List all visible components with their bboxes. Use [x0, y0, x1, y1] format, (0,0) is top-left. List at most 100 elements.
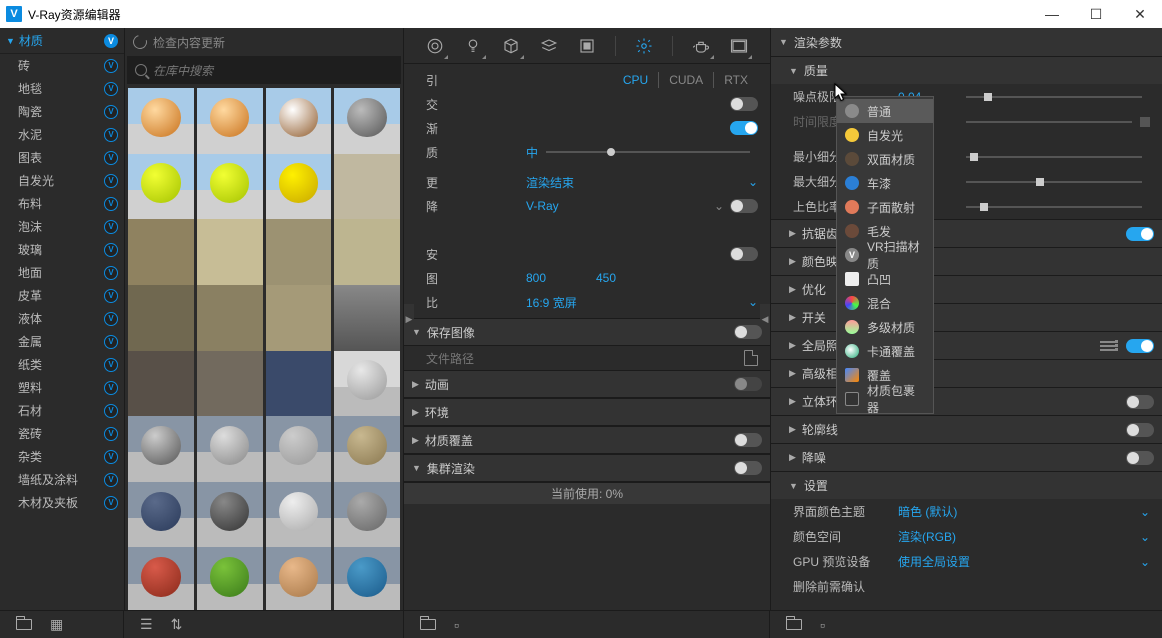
- material-thumbnail[interactable]: [334, 351, 400, 417]
- material-thumbnail[interactable]: [334, 547, 400, 610]
- sidebar-item[interactable]: 泡沫V: [0, 215, 124, 238]
- material-thumbnail[interactable]: [266, 482, 332, 548]
- section-contour[interactable]: ▶轮廓线: [771, 415, 1162, 443]
- material-thumbnail[interactable]: [197, 547, 263, 610]
- material-thumbnail[interactable]: [197, 351, 263, 417]
- quality-slider[interactable]: [546, 151, 750, 153]
- material-thumbnail[interactable]: [266, 547, 332, 610]
- engine-cpu[interactable]: CPU: [613, 72, 658, 88]
- sort-icon[interactable]: ⇅: [171, 616, 183, 633]
- material-thumbnail[interactable]: [334, 285, 400, 351]
- folder-icon[interactable]: [786, 619, 802, 630]
- material-thumbnail[interactable]: [197, 154, 263, 220]
- section-colormap[interactable]: ▶颜色映射: [771, 247, 1162, 275]
- sidebar-item[interactable]: 石材V: [0, 399, 124, 422]
- update-check[interactable]: 检查内容更新: [125, 28, 403, 56]
- sidebar-item[interactable]: 陶瓷V: [0, 100, 124, 123]
- section-denoise[interactable]: ▶降噪: [771, 443, 1162, 471]
- engine-tabs[interactable]: CPU CUDA RTX: [613, 72, 758, 88]
- layers-icon[interactable]: [539, 36, 559, 56]
- menu-item[interactable]: VVR扫描材质: [837, 243, 933, 267]
- save-icon[interactable]: ▫: [820, 617, 825, 633]
- menu-item[interactable]: 车漆: [837, 171, 933, 195]
- material-thumbnail[interactable]: [266, 351, 332, 417]
- texture-icon[interactable]: [577, 36, 597, 56]
- toggle-progressive[interactable]: [730, 121, 758, 135]
- settings-icon[interactable]: [634, 36, 654, 56]
- light-icon[interactable]: [463, 36, 483, 56]
- toggle-interactive[interactable]: [730, 97, 758, 111]
- menu-item[interactable]: 多级材质: [837, 315, 933, 339]
- material-thumbnail[interactable]: [266, 154, 332, 220]
- menu-item[interactable]: 卡通覆盖: [837, 339, 933, 363]
- menu-item[interactable]: 自发光: [837, 123, 933, 147]
- material-thumbnail[interactable]: [266, 219, 332, 285]
- library-search[interactable]: 在库中搜索: [127, 56, 401, 84]
- file-icon[interactable]: [744, 350, 758, 366]
- save-icon[interactable]: ▫: [454, 617, 459, 633]
- material-thumbnail[interactable]: [128, 351, 194, 417]
- sidebar-item[interactable]: 皮革V: [0, 284, 124, 307]
- material-thumbnail[interactable]: [128, 285, 194, 351]
- menu-item[interactable]: 普通: [837, 99, 933, 123]
- material-thumbnail[interactable]: [197, 285, 263, 351]
- material-thumbnail[interactable]: [334, 219, 400, 285]
- geometry-icon[interactable]: [501, 36, 521, 56]
- options-icon[interactable]: [1100, 341, 1118, 351]
- menu-item[interactable]: 子面散射: [837, 195, 933, 219]
- engine-rtx[interactable]: RTX: [713, 72, 758, 88]
- menu-item[interactable]: 双面材质: [837, 147, 933, 171]
- teapot-icon[interactable]: [691, 36, 711, 56]
- sidebar-item[interactable]: 墙纸及涂料V: [0, 468, 124, 491]
- material-thumbnail[interactable]: [266, 88, 332, 154]
- sidebar-item[interactable]: 木材及夹板V: [0, 491, 124, 514]
- menu-item[interactable]: 混合: [837, 291, 933, 315]
- sidebar-item[interactable]: 塑料V: [0, 376, 124, 399]
- sidebar-item[interactable]: 地面V: [0, 261, 124, 284]
- material-icon[interactable]: [425, 36, 445, 56]
- sidebar-item[interactable]: 砖V: [0, 54, 124, 77]
- material-thumbnail[interactable]: [334, 482, 400, 548]
- sidebar-item[interactable]: 纸类V: [0, 353, 124, 376]
- material-thumbnail[interactable]: [266, 285, 332, 351]
- material-thumbnail[interactable]: [128, 88, 194, 154]
- material-thumbnail[interactable]: [197, 416, 263, 482]
- section-animation[interactable]: ▶动画: [404, 370, 770, 398]
- folder-icon[interactable]: [420, 619, 436, 630]
- material-thumbnail[interactable]: [128, 416, 194, 482]
- sidebar-item[interactable]: 水泥V: [0, 123, 124, 146]
- chevron-down-icon[interactable]: ⌄: [748, 175, 758, 189]
- list-icon[interactable]: ☰: [140, 616, 153, 633]
- grid-icon[interactable]: ▦: [50, 616, 63, 633]
- material-thumbnail[interactable]: [128, 482, 194, 548]
- sidebar-item[interactable]: 地毯V: [0, 77, 124, 100]
- folder-icon[interactable]: [16, 619, 32, 630]
- section-environment[interactable]: ▶环境: [404, 398, 770, 426]
- section-settings[interactable]: ▼设置: [771, 471, 1162, 499]
- material-thumbnail[interactable]: [128, 154, 194, 220]
- menu-item[interactable]: 材质包裹器: [837, 387, 933, 411]
- section-swarm[interactable]: ▼集群渲染: [404, 454, 770, 482]
- section-aa[interactable]: ▶抗锯齿过滤: [771, 219, 1162, 247]
- section-save-image[interactable]: ▼保存图像: [404, 318, 770, 346]
- close-button[interactable]: ✕: [1118, 0, 1162, 28]
- material-thumbnail[interactable]: [128, 547, 194, 610]
- toggle-denoiser[interactable]: [730, 199, 758, 213]
- section-mat-override[interactable]: ▶材质覆盖: [404, 426, 770, 454]
- sidebar-item[interactable]: 布料V: [0, 192, 124, 215]
- material-thumbnail[interactable]: [334, 416, 400, 482]
- sidebar-item[interactable]: 自发光V: [0, 169, 124, 192]
- chevron-down-icon[interactable]: ⌄: [748, 295, 758, 309]
- maximize-button[interactable]: ☐: [1074, 0, 1118, 28]
- sidebar-item[interactable]: 图表V: [0, 146, 124, 169]
- sidebar-item[interactable]: 金属V: [0, 330, 124, 353]
- material-thumbnail[interactable]: [197, 482, 263, 548]
- section-camera[interactable]: ▶高级相机参数: [771, 359, 1162, 387]
- engine-cuda[interactable]: CUDA: [658, 72, 713, 88]
- section-gi[interactable]: ▶全局照明: [771, 331, 1162, 359]
- section-switches[interactable]: ▶开关: [771, 303, 1162, 331]
- expand-left[interactable]: ▶: [404, 304, 414, 334]
- sidebar-item[interactable]: 玻璃V: [0, 238, 124, 261]
- sidebar-item[interactable]: 杂类V: [0, 445, 124, 468]
- render-params-header[interactable]: ▼渲染参数: [771, 28, 1162, 56]
